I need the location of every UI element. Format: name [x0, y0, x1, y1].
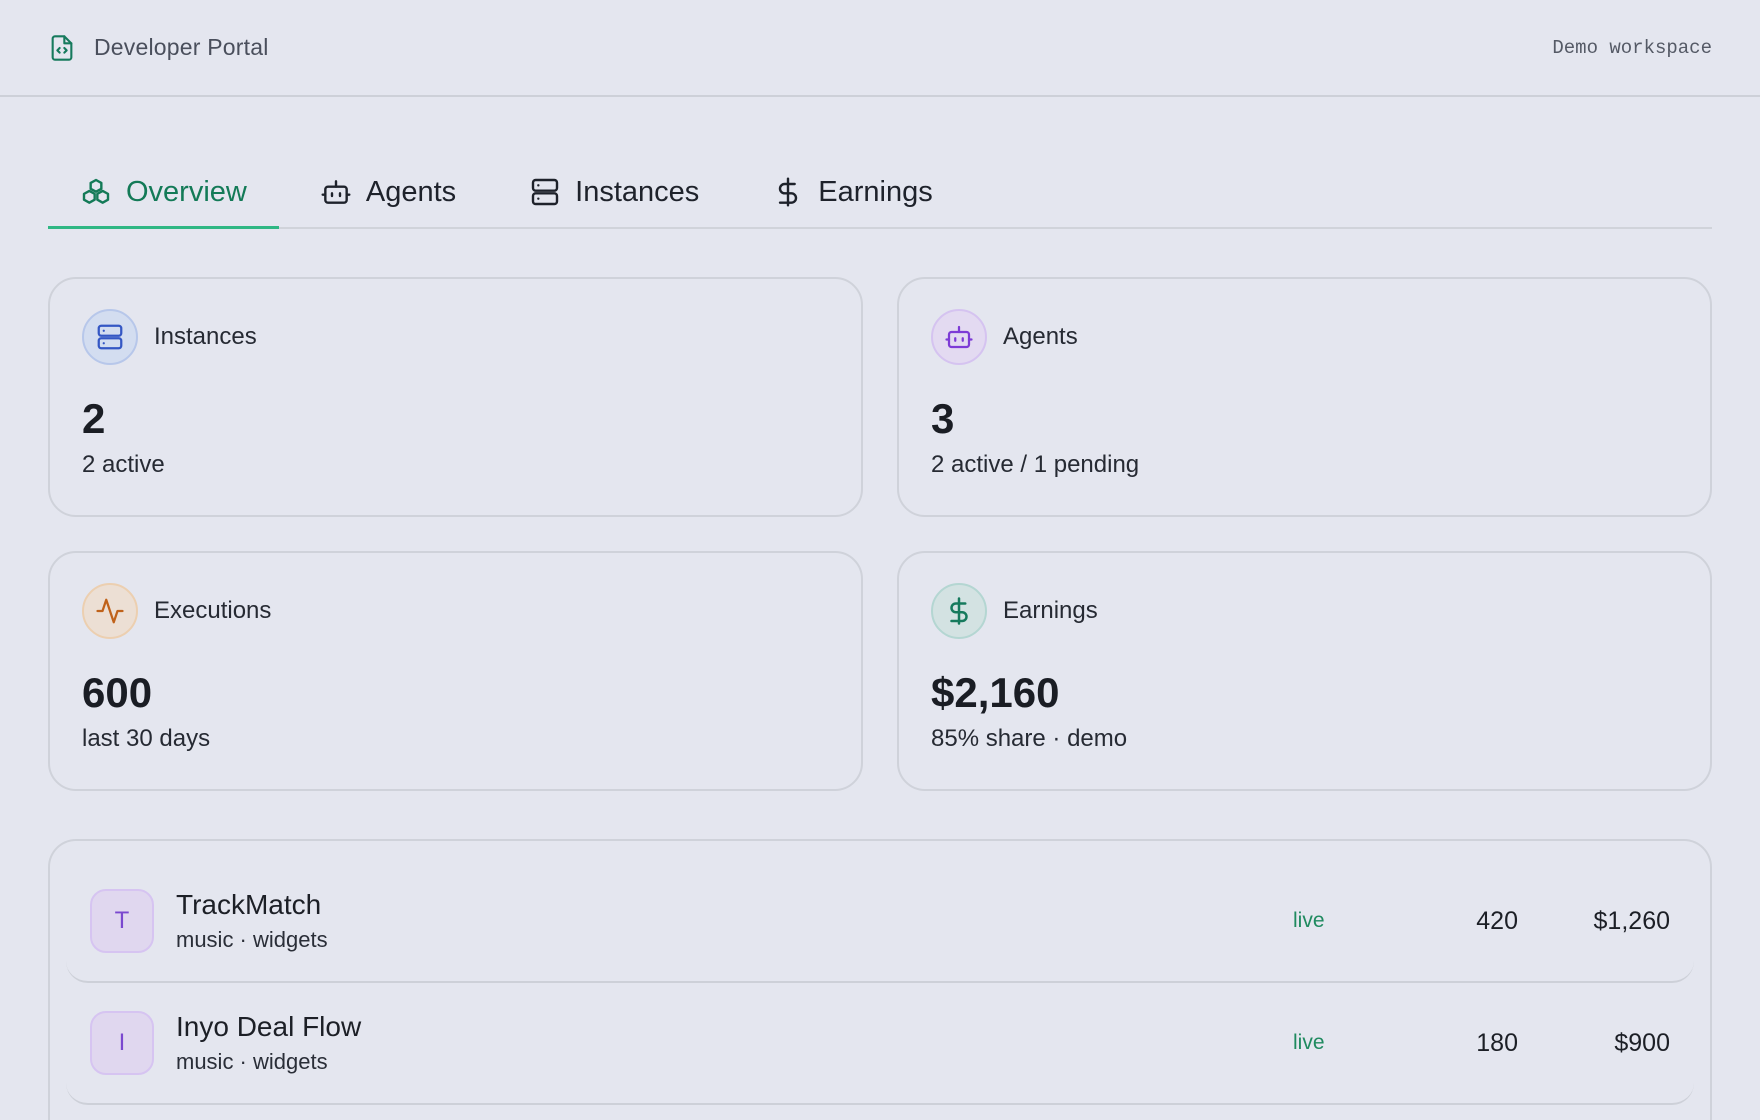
tab-bar: Overview Agents Instances Earnings	[48, 157, 1712, 229]
agent-name: Inyo Deal Flow	[176, 1011, 362, 1042]
stat-subtext: 2 active	[82, 451, 165, 478]
tab-label: Agents	[365, 175, 457, 208]
tab-label: Instances	[575, 175, 700, 208]
agent-tags: music · widgets	[176, 927, 328, 952]
stat-value: 2	[82, 395, 106, 442]
stat-card-executions[interactable]: Executions 600 last 30 days	[48, 551, 863, 791]
robot-icon	[931, 309, 987, 365]
dollar-icon	[779, 177, 798, 207]
agent-list: T TrackMatch music · widgets live 420 $1…	[48, 839, 1712, 1120]
stat-label: Earnings	[1003, 597, 1098, 624]
workspace-label: Demo workspace	[1552, 36, 1712, 59]
stat-label: Agents	[1003, 323, 1078, 350]
tab-earnings[interactable]: Earnings	[740, 157, 964, 227]
stat-card-earnings[interactable]: Earnings $2,160 85% share · demo	[897, 551, 1712, 791]
server-icon	[531, 178, 559, 206]
agent-row-trackmatch[interactable]: T TrackMatch music · widgets live 420 $1…	[66, 861, 1694, 983]
earnings-amount: $900	[1614, 1028, 1670, 1057]
status-badge: live	[1293, 909, 1325, 932]
status-badge: live	[1293, 1031, 1325, 1054]
execution-count: 180	[1476, 1028, 1518, 1057]
stat-value: 3	[931, 395, 955, 442]
stats-grid: Instances 2 2 active Agents 3 2 active /…	[48, 277, 1712, 791]
server-icon	[82, 309, 138, 365]
brand[interactable]: Developer Portal	[48, 33, 269, 63]
stat-card-instances[interactable]: Instances 2 2 active	[48, 277, 863, 517]
stat-value: 600	[82, 669, 153, 716]
dollar-icon	[931, 583, 987, 639]
top-bar: Developer Portal Demo workspace	[0, 0, 1760, 97]
tab-label: Earnings	[818, 175, 933, 208]
execution-count: 420	[1476, 906, 1518, 935]
stat-subtext: last 30 days	[82, 725, 211, 752]
agent-row-inyo-deal-flow[interactable]: I Inyo Deal Flow music · widgets live 18…	[66, 983, 1694, 1105]
tab-instances[interactable]: Instances	[497, 157, 731, 227]
tab-label: Overview	[126, 175, 247, 208]
stat-value: $2,160	[931, 669, 1060, 716]
stat-label: Executions	[154, 597, 272, 624]
robot-icon	[321, 180, 351, 204]
app-title: Developer Portal	[94, 34, 269, 60]
stat-subtext: 85% share · demo	[931, 725, 1128, 752]
stat-subtext: 2 active / 1 pending	[931, 451, 1140, 478]
boxes-icon	[82, 178, 110, 204]
agent-tags: music · widgets	[176, 1049, 328, 1074]
stat-card-agents[interactable]: Agents 3 2 active / 1 pending	[897, 277, 1712, 517]
agent-name: TrackMatch	[176, 889, 322, 920]
stat-label: Instances	[154, 323, 257, 350]
earnings-amount: $1,260	[1593, 906, 1670, 935]
file-code-icon	[48, 33, 76, 63]
avatar: T	[90, 889, 154, 953]
activity-icon	[82, 583, 138, 639]
tab-overview[interactable]: Overview	[48, 157, 279, 229]
tab-agents[interactable]: Agents	[288, 157, 488, 227]
avatar: I	[90, 1011, 154, 1075]
